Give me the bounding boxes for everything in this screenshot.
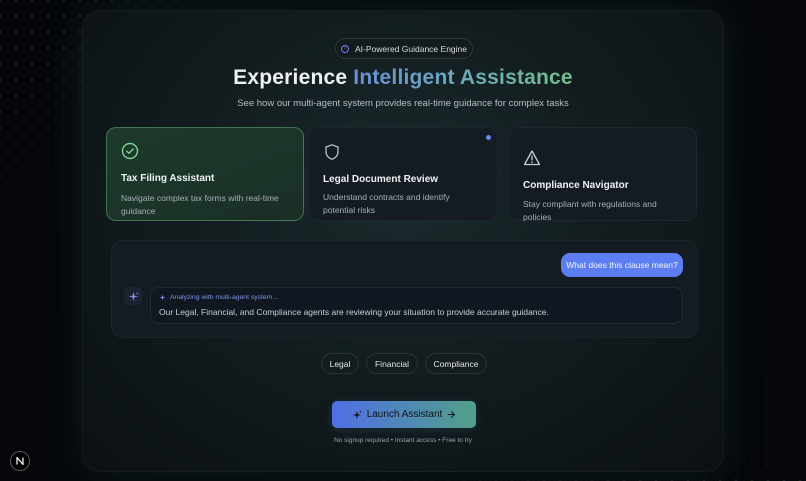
launch-assistant-button[interactable]: Launch Assistant xyxy=(332,401,476,428)
agent-status-label: Analyzing with multi-agent system... xyxy=(170,294,279,301)
card-description: Stay compliant with regulations and poli… xyxy=(523,199,657,222)
agent-message-text: Our Legal, Financial, and Compliance age… xyxy=(159,307,549,317)
agent-avatar xyxy=(124,287,142,305)
agent-message: Analyzing with multi-agent system... Our… xyxy=(150,287,683,324)
info-circle-icon: i xyxy=(341,44,349,53)
agent-status: Analyzing with multi-agent system... xyxy=(159,294,674,301)
sparkles-icon xyxy=(159,294,166,301)
card-title: Compliance Navigator xyxy=(523,180,629,191)
hero-subtitle: See how our multi-agent system provides … xyxy=(237,98,569,109)
arrow-right-icon xyxy=(448,411,456,418)
launch-assistant-label: Launch Assistant xyxy=(366,409,443,420)
tag-compliance[interactable]: Compliance xyxy=(425,353,487,374)
hero-title-highlight: Intelligent Assistance xyxy=(353,66,573,89)
engine-badge-label: AI-Powered Guidance Engine xyxy=(355,43,467,54)
user-message-bubble: What does this clause mean? xyxy=(561,253,683,277)
tag-financial[interactable]: Financial xyxy=(366,353,418,374)
card-tax-filing[interactable]: Tax Filing Assistant Navigate complex ta… xyxy=(106,127,304,221)
check-circle-icon xyxy=(121,142,139,160)
tag-legal[interactable]: Legal xyxy=(321,353,359,374)
n-logo-icon xyxy=(16,456,24,466)
card-description: Navigate complex tax forms with real-tim… xyxy=(121,193,279,216)
notification-dot xyxy=(486,135,491,140)
n-logo-badge[interactable] xyxy=(10,451,30,471)
sparkles-icon xyxy=(128,291,139,301)
card-title: Tax Filing Assistant xyxy=(121,173,215,184)
engine-badge: i AI-Powered Guidance Engine xyxy=(335,38,473,59)
shield-icon xyxy=(325,144,339,160)
hero-title: Experience Intelligent Assistance xyxy=(0,66,806,90)
footnote: No signup required • Instant access • Fr… xyxy=(334,437,472,444)
warning-triangle-icon xyxy=(523,150,541,166)
card-description: Understand contracts and identify potent… xyxy=(323,192,450,215)
hero-title-plain: Experience xyxy=(233,66,348,89)
card-compliance[interactable]: Compliance Navigator Stay compliant with… xyxy=(508,127,697,222)
sparkles-icon xyxy=(352,409,362,419)
card-legal-review[interactable]: Legal Document Review Understand contrac… xyxy=(308,127,498,221)
card-title: Legal Document Review xyxy=(323,174,439,185)
